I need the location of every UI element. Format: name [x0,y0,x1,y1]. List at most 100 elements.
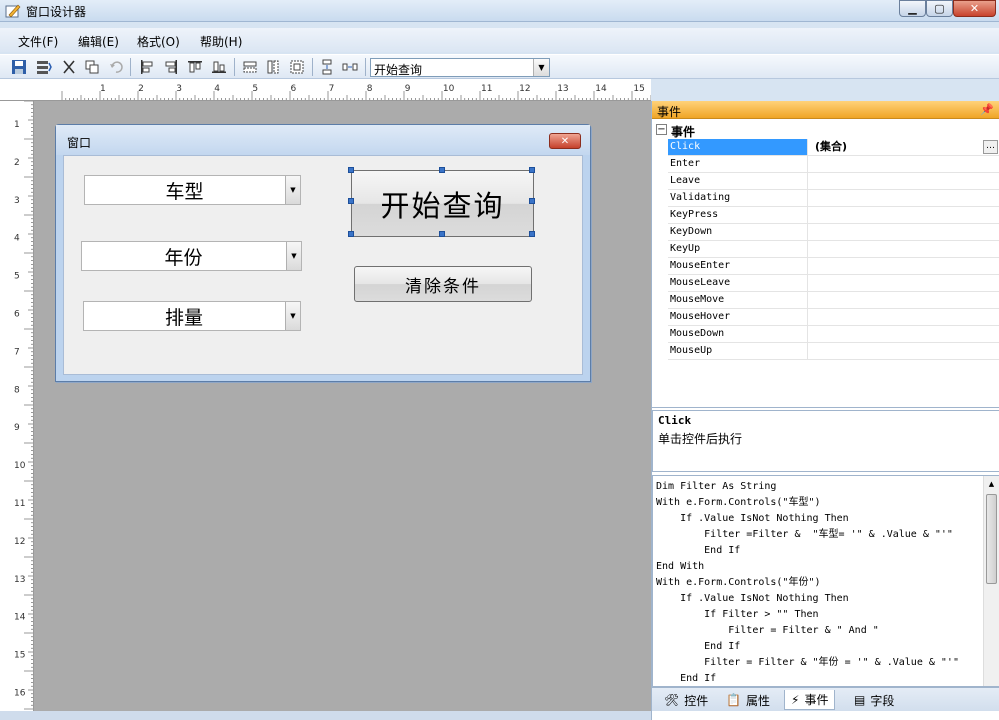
resize-handle[interactable] [348,231,354,237]
event-value[interactable] [809,224,999,240]
event-row-enter[interactable]: Enter [668,156,999,173]
align-right-icon[interactable] [163,59,179,75]
code-scrollbar[interactable]: ▲ [983,476,999,686]
same-height-icon[interactable] [265,59,281,75]
car-type-combo[interactable]: 车型 ▼ [84,175,301,205]
ruler-tick-label: 14 [14,613,26,623]
same-width-icon[interactable] [242,59,258,75]
event-value[interactable] [809,292,999,308]
events-category-row[interactable]: − 事件 [652,122,999,139]
ruler-tick-label: 6 [291,84,297,94]
event-value[interactable] [809,309,999,325]
collapse-icon[interactable]: − [656,124,667,135]
event-name: Enter [668,156,808,172]
scroll-up-icon[interactable]: ▲ [984,476,999,492]
resize-handle[interactable] [439,167,445,173]
event-row-mouseup[interactable]: MouseUp [668,343,999,360]
menu-edit[interactable]: 编辑(E) [78,33,119,50]
tab-properties[interactable]: 📋 属性 [720,690,776,710]
align-top-icon[interactable] [187,59,203,75]
start-query-button[interactable]: 开始查询 [351,170,534,237]
event-value[interactable]: (集合) [809,139,999,155]
event-value[interactable] [809,241,999,257]
maximize-button[interactable]: ▢ [926,0,953,17]
clear-conditions-button[interactable]: 清除条件 [354,266,532,302]
design-form[interactable]: 窗口 ✕ 车型 ▼ 年份 ▼ 排量 ▼ 开始查询 清除条件 [55,124,591,382]
event-value[interactable] [809,258,999,274]
event-row-click[interactable]: Click (集合)… [668,139,999,156]
menu-help[interactable]: 帮助(H) [200,33,242,50]
resize-handle[interactable] [348,167,354,173]
event-row-keypress[interactable]: KeyPress [668,207,999,224]
tab-events[interactable]: ⚡ 事件 [784,690,836,710]
ellipsis-button[interactable]: … [983,140,998,154]
event-value[interactable] [809,326,999,342]
tab-fields[interactable]: ▤ 字段 [848,690,900,710]
pin-icon[interactable]: 📌 [980,103,994,116]
code-line: End If [656,545,741,556]
tab-order-icon[interactable] [36,59,52,75]
event-row-mousehover[interactable]: MouseHover [668,309,999,326]
properties-icon: 📋 [726,693,741,707]
chevron-down-icon[interactable]: ▼ [285,176,300,204]
resize-handle[interactable] [439,231,445,237]
event-value[interactable] [809,207,999,223]
resize-handle[interactable] [348,198,354,204]
event-row-keyup[interactable]: KeyUp [668,241,999,258]
code-editor[interactable]: Dim Filter As String With e.Form.Controls… [652,475,999,687]
close-button[interactable]: ✕ [953,0,996,17]
event-value[interactable] [809,190,999,206]
control-select-value: 开始查询 [374,63,423,77]
event-value[interactable] [809,173,999,189]
ruler-tick-label: 11 [14,499,25,509]
event-value[interactable] [809,275,999,291]
chevron-down-icon[interactable]: ▼ [533,59,549,76]
form-close-button[interactable]: ✕ [549,133,581,149]
resize-handle[interactable] [529,198,535,204]
minimize-button[interactable]: ▁ [899,0,926,17]
menu-format[interactable]: 格式(O) [137,33,180,50]
event-row-mousemove[interactable]: MouseMove [668,292,999,309]
event-row-mousedown[interactable]: MouseDown [668,326,999,343]
event-row-validating[interactable]: Validating [668,190,999,207]
ruler-tick-label: 2 [138,84,144,94]
event-value[interactable] [809,156,999,172]
event-name: MouseDown [668,326,808,342]
chevron-down-icon[interactable]: ▼ [286,242,301,270]
menu-file[interactable]: 文件(F) [18,33,58,50]
save-icon[interactable] [11,59,27,75]
ruler-tick-label: 4 [14,234,20,244]
year-combo[interactable]: 年份 ▼ [81,241,302,271]
resize-handle[interactable] [529,231,535,237]
event-row-leave[interactable]: Leave [668,173,999,190]
horizontal-spacing-icon[interactable] [342,59,358,75]
design-canvas[interactable]: 窗口 ✕ 车型 ▼ 年份 ▼ 排量 ▼ 开始查询 清除条件 [34,101,651,711]
align-left-icon[interactable] [139,59,155,75]
tab-label: 字段 [870,693,895,708]
event-description: Click 单击控件后执行 [652,410,999,472]
cut-icon[interactable] [61,59,77,75]
code-line: If .Value IsNot Nothing Then [656,593,849,604]
displacement-combo[interactable]: 排量 ▼ [83,301,301,331]
control-select[interactable]: 开始查询 ▼ [370,58,550,77]
vertical-spacing-icon[interactable] [319,59,335,75]
code-line: End With [656,561,705,572]
resize-handle[interactable] [529,167,535,173]
event-row-keydown[interactable]: KeyDown [668,224,999,241]
code-line: Dim Filter As String [656,481,777,492]
chevron-down-icon[interactable]: ▼ [285,302,300,330]
event-row-mouseleave[interactable]: MouseLeave [668,275,999,292]
maximize-icon: ▢ [934,2,945,15]
scroll-thumb[interactable] [986,494,997,584]
same-size-icon[interactable] [289,59,305,75]
tab-controls[interactable]: 🛠 控件 [658,690,714,710]
ruler-tick-label: 16 [14,689,26,699]
event-name: MouseUp [668,343,808,359]
event-value[interactable] [809,343,999,359]
undo-icon[interactable] [108,59,124,75]
event-row-mouseenter[interactable]: MouseEnter [668,258,999,275]
align-bottom-icon[interactable] [211,59,227,75]
ruler-tick-label: 1 [14,120,20,130]
copy-icon[interactable] [84,59,100,75]
form-client-area[interactable]: 车型 ▼ 年份 ▼ 排量 ▼ 开始查询 清除条件 [63,155,583,375]
